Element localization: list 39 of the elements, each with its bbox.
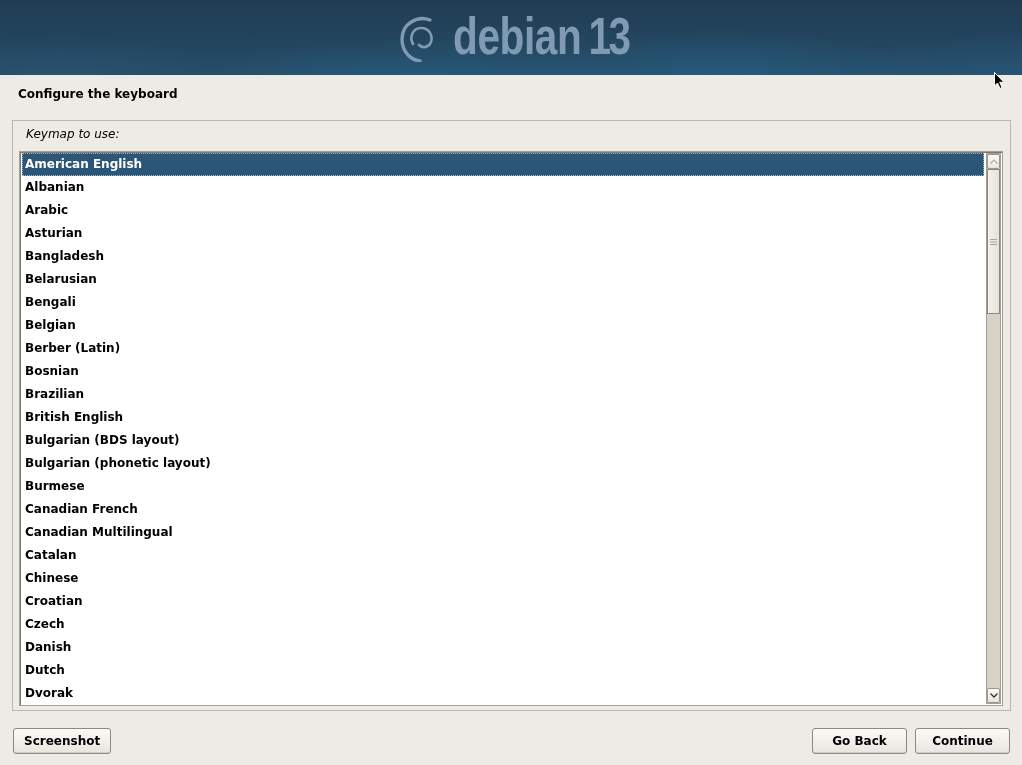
keymap-option[interactable]: Czech [22,613,984,636]
keymap-option[interactable]: British English [22,406,984,429]
keymap-option[interactable]: Bangladesh [22,245,984,268]
scrollbar[interactable] [986,153,1001,704]
keymap-option[interactable]: Bengali [22,291,984,314]
version-number: 13 [587,9,629,62]
keymap-option[interactable]: Bosnian [22,360,984,383]
keymap-option[interactable]: Danish [22,636,984,659]
keymap-option[interactable]: Bulgarian (BDS layout) [22,429,984,452]
keymap-option[interactable]: Arabic [22,199,984,222]
scroll-down-button[interactable] [987,688,1000,703]
grip-lines-icon [990,238,997,245]
keymap-option[interactable]: Chinese [22,567,984,590]
keymap-option[interactable]: Berber (Latin) [22,337,984,360]
chevron-up-icon [989,159,998,164]
mouse-pointer-icon [994,72,1005,89]
continue-button[interactable]: Continue [915,728,1010,754]
keymap-label: Keymap to use: [25,127,120,141]
keymap-option[interactable]: Albanian [22,176,984,199]
screenshot-button[interactable]: Screenshot [13,728,112,754]
scrollbar-thumb[interactable] [987,169,1000,314]
keymap-option[interactable]: Belgian [22,314,984,337]
keymap-option[interactable]: Belarusian [22,268,984,291]
chevron-down-icon [989,693,998,698]
keymap-option[interactable]: Catalan [22,544,984,567]
scroll-up-button[interactable] [987,154,1000,169]
logo-text: debian [452,9,581,62]
back-button[interactable]: Go Back [812,728,907,754]
page-title: Configure the keyboard [18,87,178,102]
keymap-option[interactable]: Canadian French [22,498,984,521]
keymap-option[interactable]: Bulgarian (phonetic layout) [22,452,984,475]
keymap-option[interactable]: Canadian Multilingual [22,521,984,544]
keymap-option[interactable]: Asturian [22,222,984,245]
keymap-option[interactable]: American English [22,153,984,176]
keymap-option[interactable]: Dvorak [22,682,984,705]
keymap-option[interactable]: Brazilian [22,383,984,406]
keymap-option[interactable]: Burmese [22,475,984,498]
keymap-option[interactable]: Dutch [22,659,984,682]
keymap-option[interactable]: Croatian [22,590,984,613]
